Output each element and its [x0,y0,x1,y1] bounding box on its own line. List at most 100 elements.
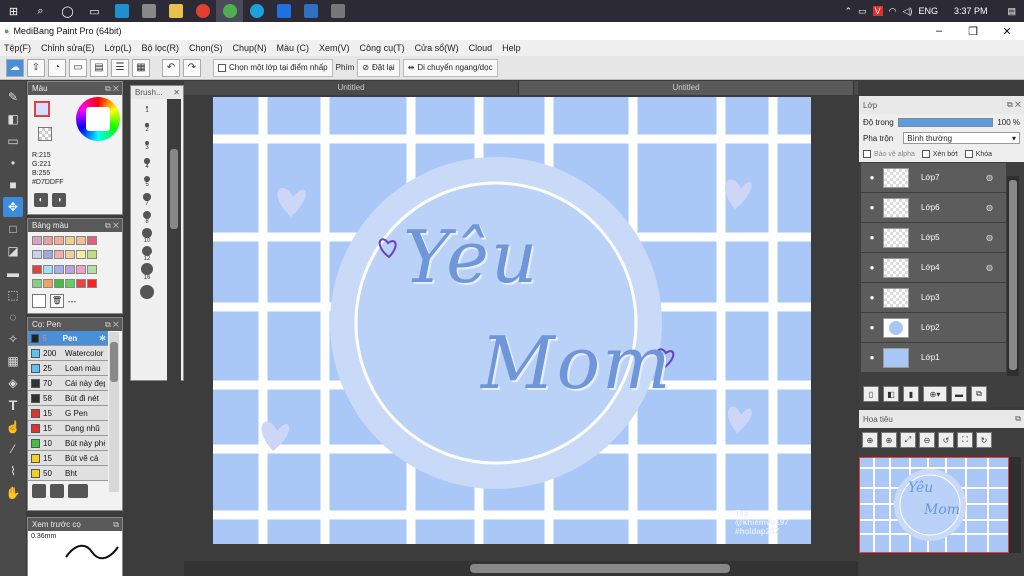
lock-checkbox[interactable] [964,150,973,158]
palette-swatch[interactable] [54,236,64,245]
palette-swatch[interactable] [87,278,97,288]
windows-start-icon[interactable]: ⊞ [0,0,27,22]
brush-size-option[interactable]: 8 [131,209,163,227]
protect-alpha-checkbox[interactable] [863,150,871,158]
share-icon[interactable]: ⇪ [27,58,45,77]
medibang-icon[interactable] [216,0,243,22]
menu-view[interactable]: Xem(V) [319,43,350,53]
tab-untitled-2[interactable]: Untitled [519,81,854,95]
zoom-in-icon[interactable]: ⊕ [862,432,878,448]
menu-color[interactable]: Màu (C) [277,43,310,53]
dot-tool-icon[interactable]: • [3,153,23,173]
palette-swatch[interactable] [54,264,64,274]
palette-swatch[interactable] [76,264,86,274]
brush-size-option[interactable]: 12 [131,245,163,263]
menu-tools[interactable]: Công cụ(T) [360,43,405,53]
volume-icon[interactable]: ◁) [903,6,913,17]
brush-size-option[interactable]: 3 [131,137,163,155]
rotate-left-icon[interactable]: ↺ [938,432,954,448]
folder-icon[interactable]: ▬ [951,386,967,402]
tab-untitled-1[interactable]: Untitled [184,81,519,95]
zoom-in-alt-icon[interactable]: ⊕ [881,432,897,448]
visibility-eye-icon[interactable]: ● [861,173,883,182]
opacity-slider[interactable] [897,117,994,127]
menu-select[interactable]: Chọn(S) [189,43,223,53]
layer-row[interactable]: ● Lớp1 [861,343,1006,372]
brush-list-scrollbar[interactable] [109,332,119,492]
select-tool-icon[interactable]: ⬚ [3,285,23,305]
brush-list-item[interactable]: 15 Bút vẽ cá [28,451,108,466]
minimize-icon[interactable]: – [922,25,956,38]
close-icon[interactable]: ✕ [990,25,1024,38]
eraser-tool-icon[interactable]: ◧ [3,109,23,129]
palette-swatch[interactable] [76,250,86,260]
menu-edit[interactable]: Chỉnh sửa(E) [41,43,95,53]
popout-icon[interactable]: ⧉ ✕ [105,221,122,231]
bucket-tool-icon[interactable]: ◪ [3,241,23,261]
notification-icon[interactable]: ▤ [993,6,1016,17]
magic-wand-icon[interactable]: ✧ [3,329,23,349]
popout-icon[interactable]: ⧉ ✕ [105,84,122,94]
layer-row[interactable]: ● Lớp3 [861,283,1006,312]
undo-icon[interactable]: ↶ [162,58,180,77]
visibility-eye-icon[interactable]: ● [861,233,883,242]
edge-icon[interactable] [108,0,135,22]
new-layer-half-icon[interactable]: ◧ [883,386,899,402]
cortana-icon[interactable]: ◯ [54,0,81,22]
rotate-right-icon[interactable]: ↻ [976,432,992,448]
palette-swatch[interactable] [87,264,97,274]
divide-tool-icon[interactable]: ⁄ [3,439,23,459]
brush-list-item[interactable]: 58 Bút đi nét [28,391,108,406]
layer-row[interactable]: ● Lớp7 ◍ [861,163,1006,192]
horizontal-scroll-thumb[interactable] [470,564,730,573]
cloud-icon[interactable]: ☁ [6,58,24,77]
palette-swatch[interactable] [32,278,42,288]
palette-swatch[interactable] [32,236,42,245]
blend-mode-select[interactable]: Bình thường ▾ [903,132,1020,144]
layer-row[interactable]: ● Lớp5 ◍ [861,223,1006,252]
lasso-tool-icon[interactable]: ◌ [3,307,23,327]
menu-window[interactable]: Cửa sổ(W) [415,43,459,53]
chat-icon[interactable]: ▭ [69,58,87,77]
brush-list-item[interactable]: 5 Pen ✻ [28,331,108,346]
hand-tool-icon[interactable]: ✋ [3,483,23,503]
fill-tool-icon[interactable]: ■ [3,175,23,195]
popout-icon[interactable]: ⧉ [113,520,122,530]
size-scrollbar[interactable] [167,99,181,381]
navigator-scrollbar[interactable] [1009,457,1021,553]
brush-list-item[interactable]: 10 Bút này phê [28,436,108,451]
palette-swatch[interactable] [65,236,75,245]
brush-size-option[interactable]: 1 [131,101,163,119]
palette-swatch[interactable] [76,236,86,245]
layer-add-menu-icon[interactable]: ⊕▾ [923,386,947,402]
eyedropper-icon[interactable]: ⌇ [3,461,23,481]
brush-list-item[interactable]: 50 Bht [28,466,108,481]
language-indicator[interactable]: ENG [918,6,938,16]
brush-menu-icon[interactable] [68,484,88,498]
camera-icon[interactable] [324,0,351,22]
maximize-icon[interactable]: ❐ [956,25,990,38]
store-icon[interactable] [135,0,162,22]
palette-swatch[interactable] [43,236,53,245]
brush-size-option[interactable]: 10 [131,227,163,245]
layer-row[interactable]: ● Lớp4 ◍ [861,253,1006,282]
zalo-icon[interactable] [270,0,297,22]
popout-icon[interactable]: ⧉ ✕ [105,320,122,330]
visibility-eye-icon[interactable]: ● [861,293,883,302]
palette-swatch[interactable] [43,264,53,274]
add-brush-icon[interactable] [32,484,46,498]
select-pen-icon[interactable]: ▦ [3,351,23,371]
rect-tool-icon[interactable]: □ [3,219,23,239]
palette-swatch[interactable] [87,236,97,245]
duplicate-layer-icon[interactable]: ⧉ [971,386,987,402]
brush-list-item[interactable]: 15 G Pen [28,406,108,421]
palette-swatch[interactable] [54,250,64,260]
brush-list-item[interactable]: 200 Watercolor [28,346,108,361]
battery-icon[interactable]: ▭ [858,6,867,17]
palette-swatch[interactable] [43,250,53,260]
comment-icon[interactable]: ◔ [48,58,66,77]
vivaldi-tray-icon[interactable]: V [872,6,883,16]
brush-size-large-dot[interactable] [140,285,154,299]
brush-size-option[interactable]: 16 [131,263,163,281]
clipping-checkbox[interactable] [921,150,930,158]
